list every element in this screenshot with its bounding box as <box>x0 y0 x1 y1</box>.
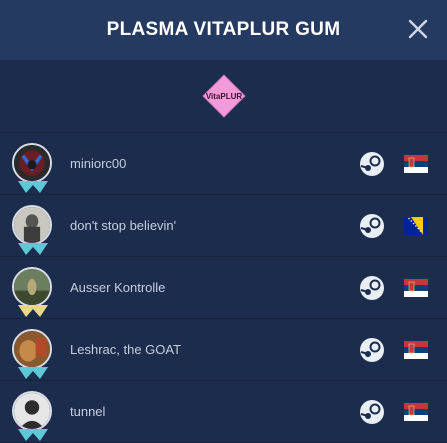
player-row[interactable]: miniorc00 <box>0 132 447 194</box>
player-avatar <box>12 390 54 441</box>
team-logo: VitaPLUR <box>201 74 246 118</box>
rank-wing-icon <box>18 428 48 441</box>
player-row[interactable]: Ausser Kontrolle <box>0 256 447 318</box>
player-row[interactable]: tunnel <box>0 380 447 443</box>
flag-bosnia-icon <box>404 216 428 235</box>
avatar-image <box>12 328 52 369</box>
rank-wing-icon <box>18 366 48 379</box>
steam-icon[interactable] <box>359 275 385 301</box>
modal-header: PLASMA VITAPLUR GUM <box>0 0 447 60</box>
player-avatar <box>12 204 54 255</box>
team-modal: PLASMA VITAPLUR GUM VitaPLUR miniorc00 d… <box>0 0 447 443</box>
flag-serbia-icon <box>404 340 428 359</box>
player-row[interactable]: don't stop believin' <box>0 194 447 256</box>
team-logo-text: VitaPLUR <box>205 92 242 101</box>
flag-serbia-icon <box>404 154 428 173</box>
close-icon[interactable] <box>407 18 429 40</box>
rank-wing-icon <box>18 304 48 317</box>
rank-wing-icon <box>18 242 48 255</box>
steam-icon[interactable] <box>359 213 385 239</box>
steam-icon[interactable] <box>359 399 385 425</box>
steam-icon[interactable] <box>359 151 385 177</box>
player-name[interactable]: miniorc00 <box>70 156 359 171</box>
player-name[interactable]: don't stop believin' <box>70 218 359 233</box>
avatar-image <box>12 390 52 431</box>
rank-wing-icon <box>18 180 48 193</box>
player-row[interactable]: Leshrac, the GOAT <box>0 318 447 380</box>
team-logo-container: VitaPLUR <box>0 60 447 132</box>
player-avatar <box>12 142 54 193</box>
player-avatar <box>12 328 54 379</box>
player-avatar <box>12 266 54 317</box>
player-name[interactable]: Leshrac, the GOAT <box>70 342 359 357</box>
steam-icon[interactable] <box>359 337 385 363</box>
player-name[interactable]: Ausser Kontrolle <box>70 280 359 295</box>
modal-title: PLASMA VITAPLUR GUM <box>106 19 341 40</box>
player-name[interactable]: tunnel <box>70 404 359 419</box>
avatar-image <box>12 266 52 307</box>
player-list: miniorc00 don't stop believin' Ausser Ko… <box>0 132 447 443</box>
avatar-image <box>12 142 52 183</box>
flag-serbia-icon <box>404 278 428 297</box>
flag-serbia-icon <box>404 402 428 421</box>
avatar-image <box>12 204 52 245</box>
